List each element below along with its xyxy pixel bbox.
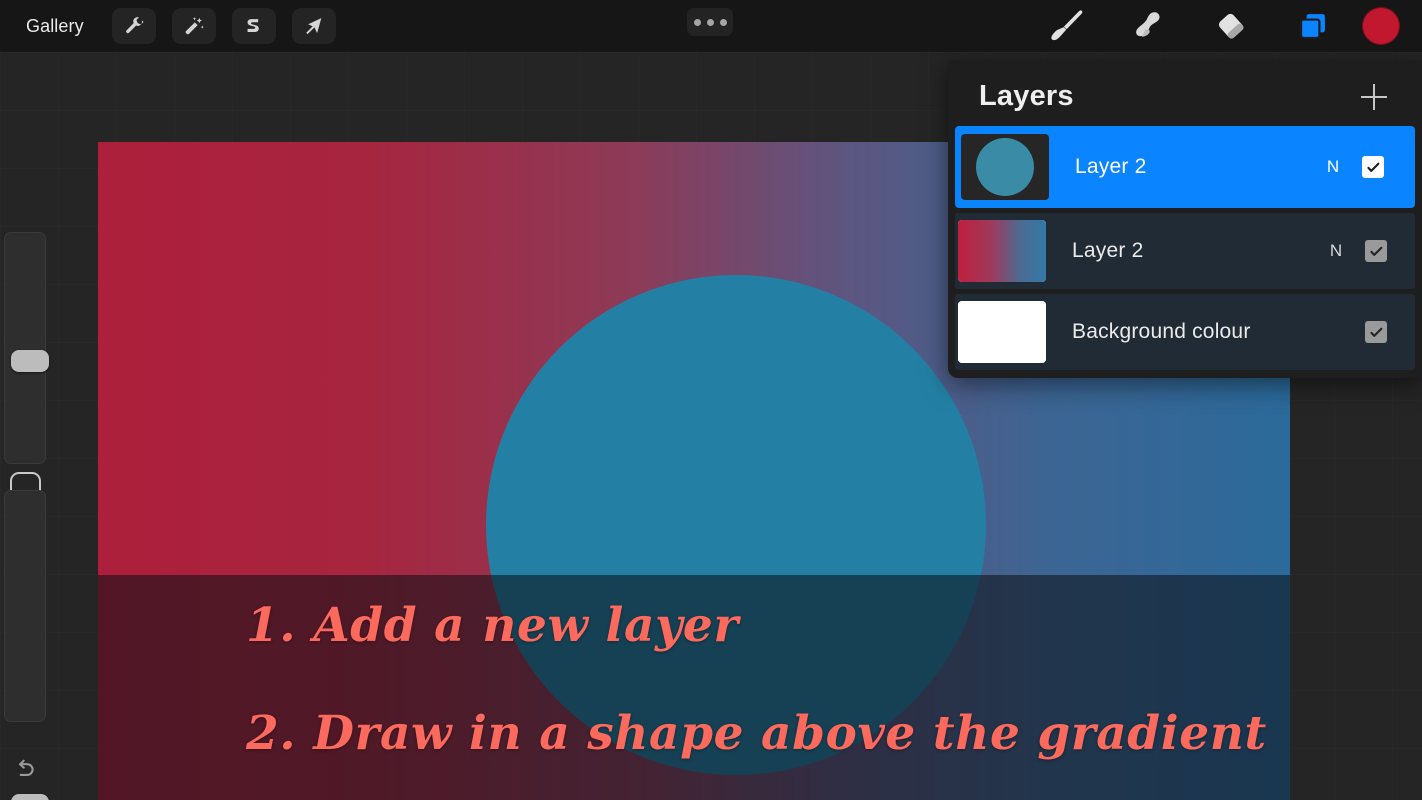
layers-list: Layer 2 N Layer 2 N Background colour — [955, 126, 1415, 375]
add-layer-button[interactable] — [1361, 84, 1387, 110]
annotation-step-2: 2. Draw in a shape above the gradient — [246, 706, 1267, 761]
layer-thumbnail[interactable] — [961, 134, 1049, 200]
layer-visibility-checkbox[interactable] — [1365, 240, 1387, 262]
color-swatch-button[interactable] — [1362, 7, 1400, 45]
layer-thumbnail[interactable] — [958, 220, 1046, 282]
top-toolbar: Gallery — [0, 0, 1422, 52]
layer-row[interactable]: Layer 2 N — [955, 213, 1415, 289]
dot-1-icon — [693, 18, 701, 26]
paint-brush-icon[interactable] — [1026, 0, 1108, 52]
layer-row[interactable]: Background colour — [955, 294, 1415, 370]
brush-size-handle[interactable] — [11, 350, 49, 372]
layer-name-label: Layer 2 — [1075, 155, 1147, 178]
layers-panel-header: Layers — [948, 60, 1422, 132]
layer-blend-mode[interactable]: N — [1318, 157, 1348, 177]
selection-s-icon[interactable] — [231, 8, 276, 44]
brush-opacity-slider[interactable] — [4, 490, 49, 800]
transform-arrow-icon[interactable] — [291, 8, 336, 44]
layers-panel-title: Layers — [979, 79, 1074, 112]
layers-icon[interactable] — [1272, 0, 1354, 52]
layer-name-label: Layer 2 — [1072, 239, 1144, 262]
brush-opacity-handle[interactable] — [11, 794, 49, 800]
left-tool-group — [111, 8, 336, 44]
layer-thumbnail[interactable] — [958, 301, 1046, 363]
layers-panel: Layers Layer 2 N Layer 2 N Background co… — [948, 60, 1422, 378]
layer-name-label: Background colour — [1072, 320, 1251, 343]
thumbnail-gradient — [958, 220, 1046, 282]
brush-sidebar — [0, 232, 50, 800]
overflow-menu-button[interactable] — [687, 8, 733, 36]
layer-row[interactable]: Layer 2 N — [955, 126, 1415, 208]
gallery-button[interactable]: Gallery — [20, 13, 90, 40]
layer-visibility-checkbox[interactable] — [1365, 321, 1387, 343]
actions-wrench-icon[interactable] — [111, 8, 156, 44]
eraser-icon[interactable] — [1190, 0, 1272, 52]
procreate-app: 1. Add a new layer 2. Draw in a shape ab… — [0, 0, 1422, 800]
right-tool-group — [1026, 0, 1422, 52]
thumbnail-circle-shape — [976, 138, 1034, 196]
layer-visibility-checkbox[interactable] — [1362, 156, 1384, 178]
thumbnail-white-fill — [958, 301, 1046, 363]
dot-3-icon — [719, 18, 727, 26]
annotation-step-1: 1. Add a new layer — [246, 598, 739, 653]
adjustments-wand-icon[interactable] — [171, 8, 216, 44]
brush-size-slider[interactable] — [4, 232, 49, 464]
smudge-icon[interactable] — [1108, 0, 1190, 52]
dot-2-icon — [706, 18, 714, 26]
undo-button[interactable] — [10, 754, 40, 784]
layer-blend-mode[interactable]: N — [1321, 241, 1351, 261]
